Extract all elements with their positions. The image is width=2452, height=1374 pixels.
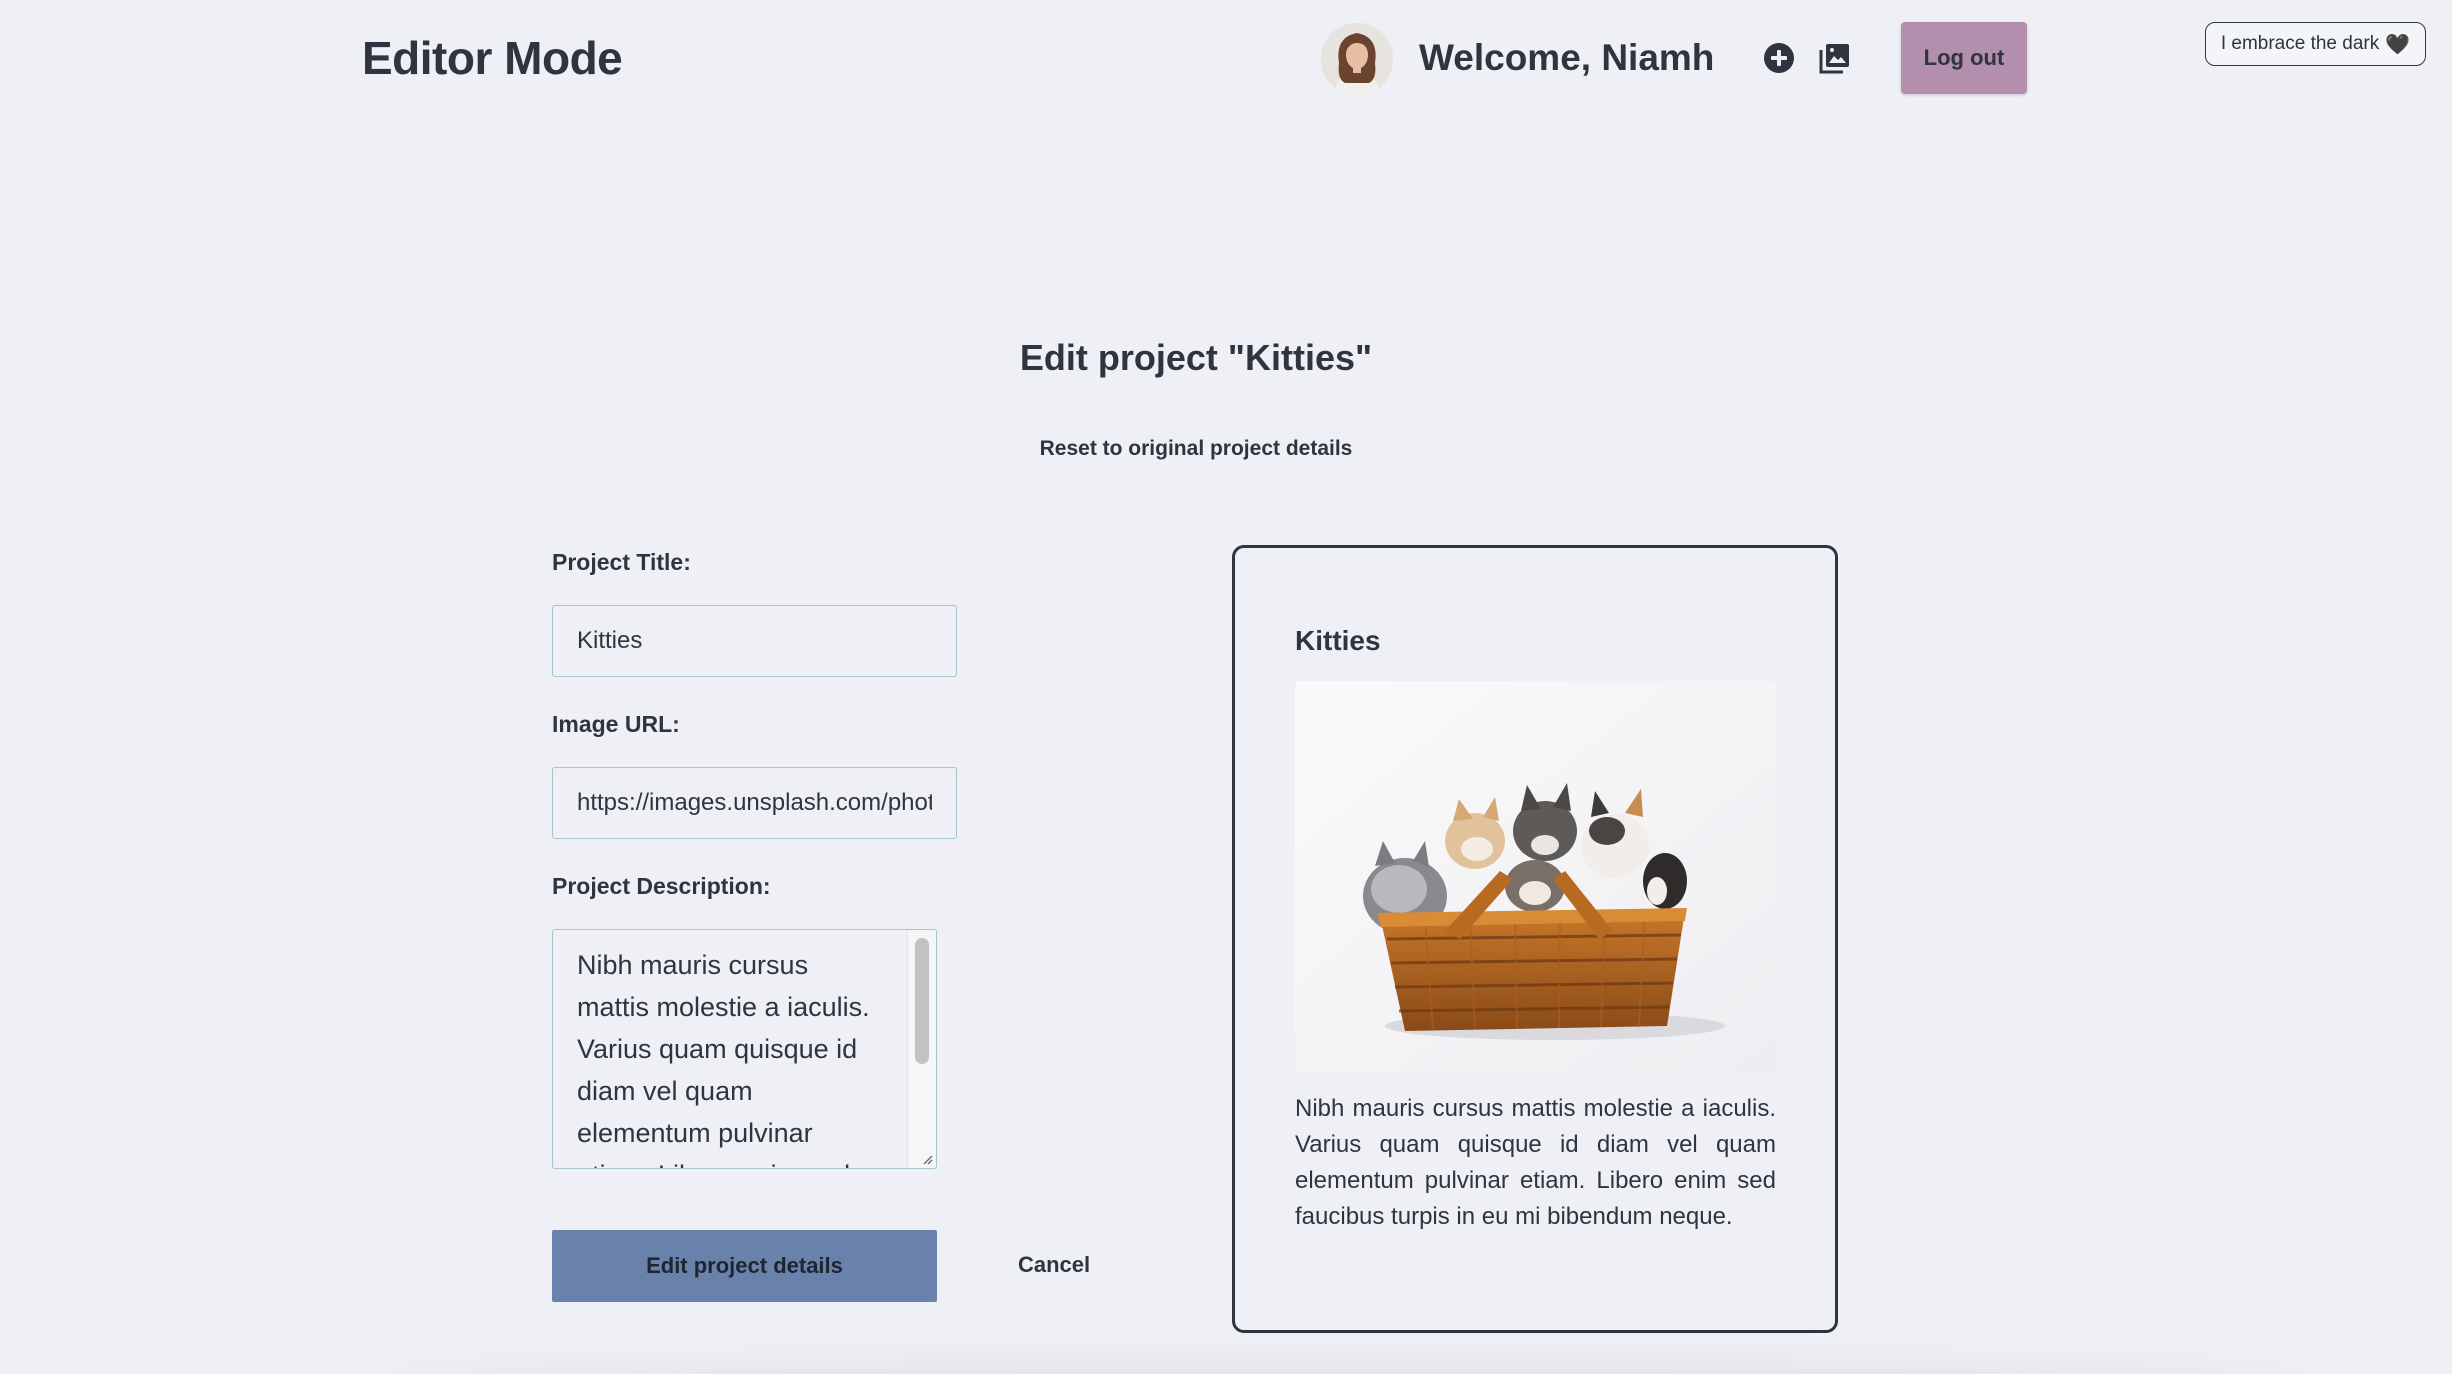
gallery-button[interactable] <box>1817 40 1853 76</box>
resize-handle-icon[interactable] <box>921 1153 933 1165</box>
image-gallery-icon <box>1819 44 1849 74</box>
welcome-text: Welcome, Niamh <box>1419 37 1715 78</box>
project-description-textarea[interactable]: Nibh mauris cursus mattis molestie a iac… <box>552 929 937 1169</box>
scrollbar-thumb[interactable] <box>915 938 929 1064</box>
preview-description: Nibh mauris cursus mattis molestie a iac… <box>1295 1095 1776 1230</box>
reset-button[interactable]: Reset to original project details <box>0 434 2392 464</box>
app-title: Editor Mode <box>362 32 623 84</box>
plus-circle-icon <box>1764 43 1794 73</box>
project-title-input[interactable] <box>552 605 957 677</box>
avatar-portrait <box>1321 23 1393 95</box>
textarea-scrollbar[interactable] <box>907 930 936 1168</box>
project-description-text: Nibh mauris cursus mattis molestie a iac… <box>577 950 870 1168</box>
black-heart-icon: 🖤 <box>2385 33 2411 56</box>
page-title: Edit project "Kitties" <box>1019 337 1373 378</box>
project-title-label: Project Title: <box>552 549 691 575</box>
image-url-label: Image URL: <box>552 711 680 737</box>
logout-button[interactable]: Log out <box>1901 22 2027 94</box>
add-project-button[interactable] <box>1761 40 1797 76</box>
dark-mode-toggle[interactable]: I embrace the dark 🖤 <box>2205 22 2426 66</box>
project-preview-card: Kitties Nibh mauris cursus mattis molest… <box>1232 545 1838 1333</box>
image-url-input[interactable] <box>552 767 957 839</box>
kittens-basket-illustration <box>1295 681 1776 1073</box>
user-avatar <box>1321 23 1393 95</box>
preview-image <box>1295 681 1776 1073</box>
edit-project-button[interactable]: Edit project details <box>552 1230 937 1302</box>
project-description-label: Project Description: <box>552 873 771 899</box>
page-bottom-shadow <box>380 1364 2312 1374</box>
cancel-button[interactable]: Cancel <box>1018 1248 1090 1282</box>
preview-title: Kitties <box>1295 625 1381 656</box>
dark-mode-label: I embrace the dark <box>2220 33 2380 54</box>
